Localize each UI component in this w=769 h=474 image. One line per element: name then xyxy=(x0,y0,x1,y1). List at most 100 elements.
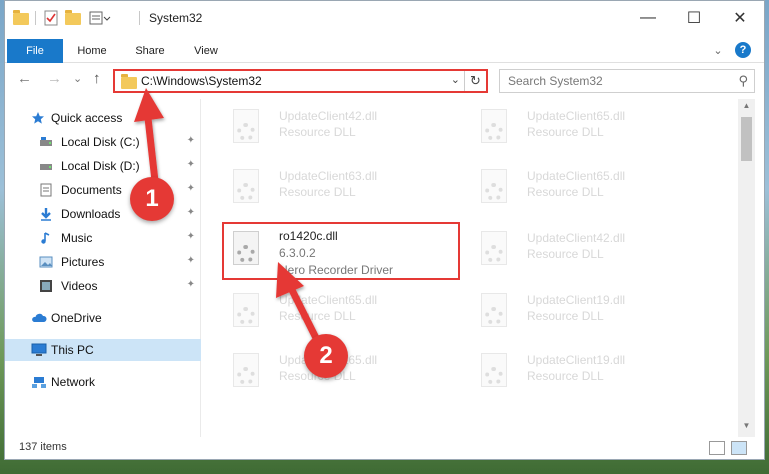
tab-home[interactable]: Home xyxy=(69,39,115,63)
sidebar-item-music[interactable]: Music ✦ xyxy=(5,227,201,249)
file-description: Resource DLL xyxy=(279,309,356,323)
sidebar-item-label: Pictures xyxy=(61,255,105,269)
sidebar-item-onedrive[interactable]: OneDrive xyxy=(5,307,201,329)
new-folder-icon[interactable] xyxy=(65,10,81,26)
large-icons-view-icon[interactable] xyxy=(731,441,747,455)
recent-locations-button[interactable]: ⌄ xyxy=(73,72,82,85)
file-description: Resource DLL xyxy=(279,185,356,199)
file-name: UpdateClient65.dll xyxy=(527,109,626,123)
tab-share[interactable]: Share xyxy=(127,39,173,63)
pin-icon[interactable]: ✦ xyxy=(187,279,195,290)
pin-icon[interactable]: ✦ xyxy=(187,231,195,242)
folder-icon[interactable] xyxy=(13,10,29,26)
properties-icon[interactable] xyxy=(43,10,59,26)
highlight-box xyxy=(222,222,460,280)
file-item[interactable]: UpdateClient65.dll Resource DLL xyxy=(225,285,455,337)
address-bar[interactable]: C:\Windows\System32 ⌄ ↻ xyxy=(113,69,488,93)
maximize-button[interactable]: ☐ xyxy=(671,1,717,35)
dll-file-icon xyxy=(477,231,513,271)
tab-view[interactable]: View xyxy=(183,39,229,63)
sidebar-item-label: Local Disk (C:) xyxy=(61,135,140,149)
sidebar-item-label: This PC xyxy=(51,343,94,357)
navigation-pane: Quick access Local Disk (C:) ✦ Local Dis… xyxy=(5,99,201,437)
sidebar-item-label: Downloads xyxy=(61,207,121,221)
window-title: System32 xyxy=(149,11,203,25)
file-item[interactable]: UpdateClient42.dll Resource DLL xyxy=(225,101,455,153)
file-item[interactable]: UpdateClient19.dll Resource DLL xyxy=(473,285,703,337)
pin-icon[interactable]: ✦ xyxy=(187,159,195,170)
file-item[interactable]: UpdateClient63.dll Resource DLL xyxy=(225,161,455,213)
scroll-up-icon[interactable]: ▲ xyxy=(738,101,755,115)
file-name: UpdateClient19.dll xyxy=(527,293,626,307)
scroll-down-icon[interactable]: ▼ xyxy=(738,421,755,435)
pin-icon[interactable]: ✦ xyxy=(187,135,195,146)
minimize-button[interactable]: — xyxy=(625,1,671,35)
pin-icon[interactable]: ✦ xyxy=(187,255,195,266)
documents-icon xyxy=(39,183,53,197)
tab-file[interactable]: File xyxy=(7,39,63,63)
file-item[interactable]: UpdateClient65.dll Resource DLL xyxy=(473,101,703,153)
music-icon xyxy=(39,231,53,245)
forward-button[interactable]: → xyxy=(47,70,62,87)
item-count: 137 items xyxy=(19,441,67,453)
help-icon[interactable]: ? xyxy=(735,42,751,58)
sidebar-item-label: Local Disk (D:) xyxy=(61,159,140,173)
file-name: UpdateClient19.dll xyxy=(527,353,626,367)
address-dropdown-icon[interactable]: ⌄ xyxy=(451,73,460,86)
pc-icon xyxy=(31,343,47,357)
sidebar-item-label: Network xyxy=(51,375,96,389)
dll-file-icon xyxy=(229,169,265,209)
refresh-button[interactable]: ↻ xyxy=(464,71,486,91)
sidebar-item-network[interactable]: Network xyxy=(5,371,201,393)
file-name: UpdateClient65.dll xyxy=(279,293,378,307)
sidebar-item-label: Documents xyxy=(61,183,122,197)
details-view-icon[interactable] xyxy=(709,441,725,455)
file-name: UpdateClient42.dll xyxy=(279,109,378,123)
ribbon-tabs: File Home Share View ⌄ ? xyxy=(5,39,764,63)
pictures-icon xyxy=(39,255,53,269)
network-icon xyxy=(31,375,46,389)
up-button[interactable]: ↑ xyxy=(93,70,101,87)
download-icon xyxy=(39,207,53,221)
file-description: Resource DLL xyxy=(527,247,604,261)
pin-icon[interactable]: ✦ xyxy=(187,207,195,218)
sidebar-item-label: Quick access xyxy=(51,111,123,125)
cloud-icon xyxy=(31,311,47,325)
address-path[interactable]: C:\Windows\System32 xyxy=(141,74,262,88)
search-input[interactable]: Search System32 xyxy=(508,74,603,88)
drive-icon xyxy=(39,159,53,173)
file-item[interactable]: UpdateClient19.dll Resource DLL xyxy=(473,345,703,397)
close-button[interactable]: ✕ xyxy=(717,1,763,35)
sidebar-item-local-disk-d[interactable]: Local Disk (D:) ✦ xyxy=(5,155,201,177)
title-bar: System32 — ☐ ✕ xyxy=(5,1,764,35)
dll-file-icon xyxy=(229,293,265,333)
search-icon: ⚲ xyxy=(738,73,748,88)
dll-file-icon xyxy=(229,353,265,393)
divider xyxy=(139,11,140,25)
sidebar-item-this-pc[interactable]: This PC xyxy=(5,339,201,361)
file-description: Resource DLL xyxy=(527,185,604,199)
back-button[interactable]: ← xyxy=(17,70,32,87)
file-description: Resource DLL xyxy=(279,125,356,139)
dll-file-icon xyxy=(477,293,513,333)
file-name: UpdateClient42.dll xyxy=(527,231,626,245)
ribbon-expand-icon[interactable]: ⌄ xyxy=(709,39,727,63)
scrollbar-thumb[interactable] xyxy=(741,117,752,161)
status-bar: 137 items xyxy=(5,437,764,459)
sidebar-item-local-disk-c[interactable]: Local Disk (C:) ✦ xyxy=(5,131,201,153)
file-description: Resource DLL xyxy=(527,309,604,323)
customize-toolbar-icon[interactable] xyxy=(89,10,111,26)
file-item[interactable]: UpdateClient65.dll Resource DLL xyxy=(473,161,703,213)
sidebar-item-pictures[interactable]: Pictures ✦ xyxy=(5,251,201,273)
dll-file-icon xyxy=(477,109,513,149)
sidebar-item-videos[interactable]: Videos ✦ xyxy=(5,275,201,297)
search-box[interactable]: Search System32 ⚲ xyxy=(499,69,755,93)
step-marker-2: 2 xyxy=(304,334,348,378)
file-item[interactable]: UpdateClient42.dll Resource DLL xyxy=(473,223,703,275)
file-description: Resource DLL xyxy=(527,125,604,139)
vertical-scrollbar[interactable]: ▲ ▼ xyxy=(738,99,755,437)
sidebar-item-quick-access[interactable]: Quick access xyxy=(5,107,201,129)
pin-icon[interactable]: ✦ xyxy=(187,183,195,194)
videos-icon xyxy=(39,279,53,293)
sidebar-item-label: OneDrive xyxy=(51,311,102,325)
